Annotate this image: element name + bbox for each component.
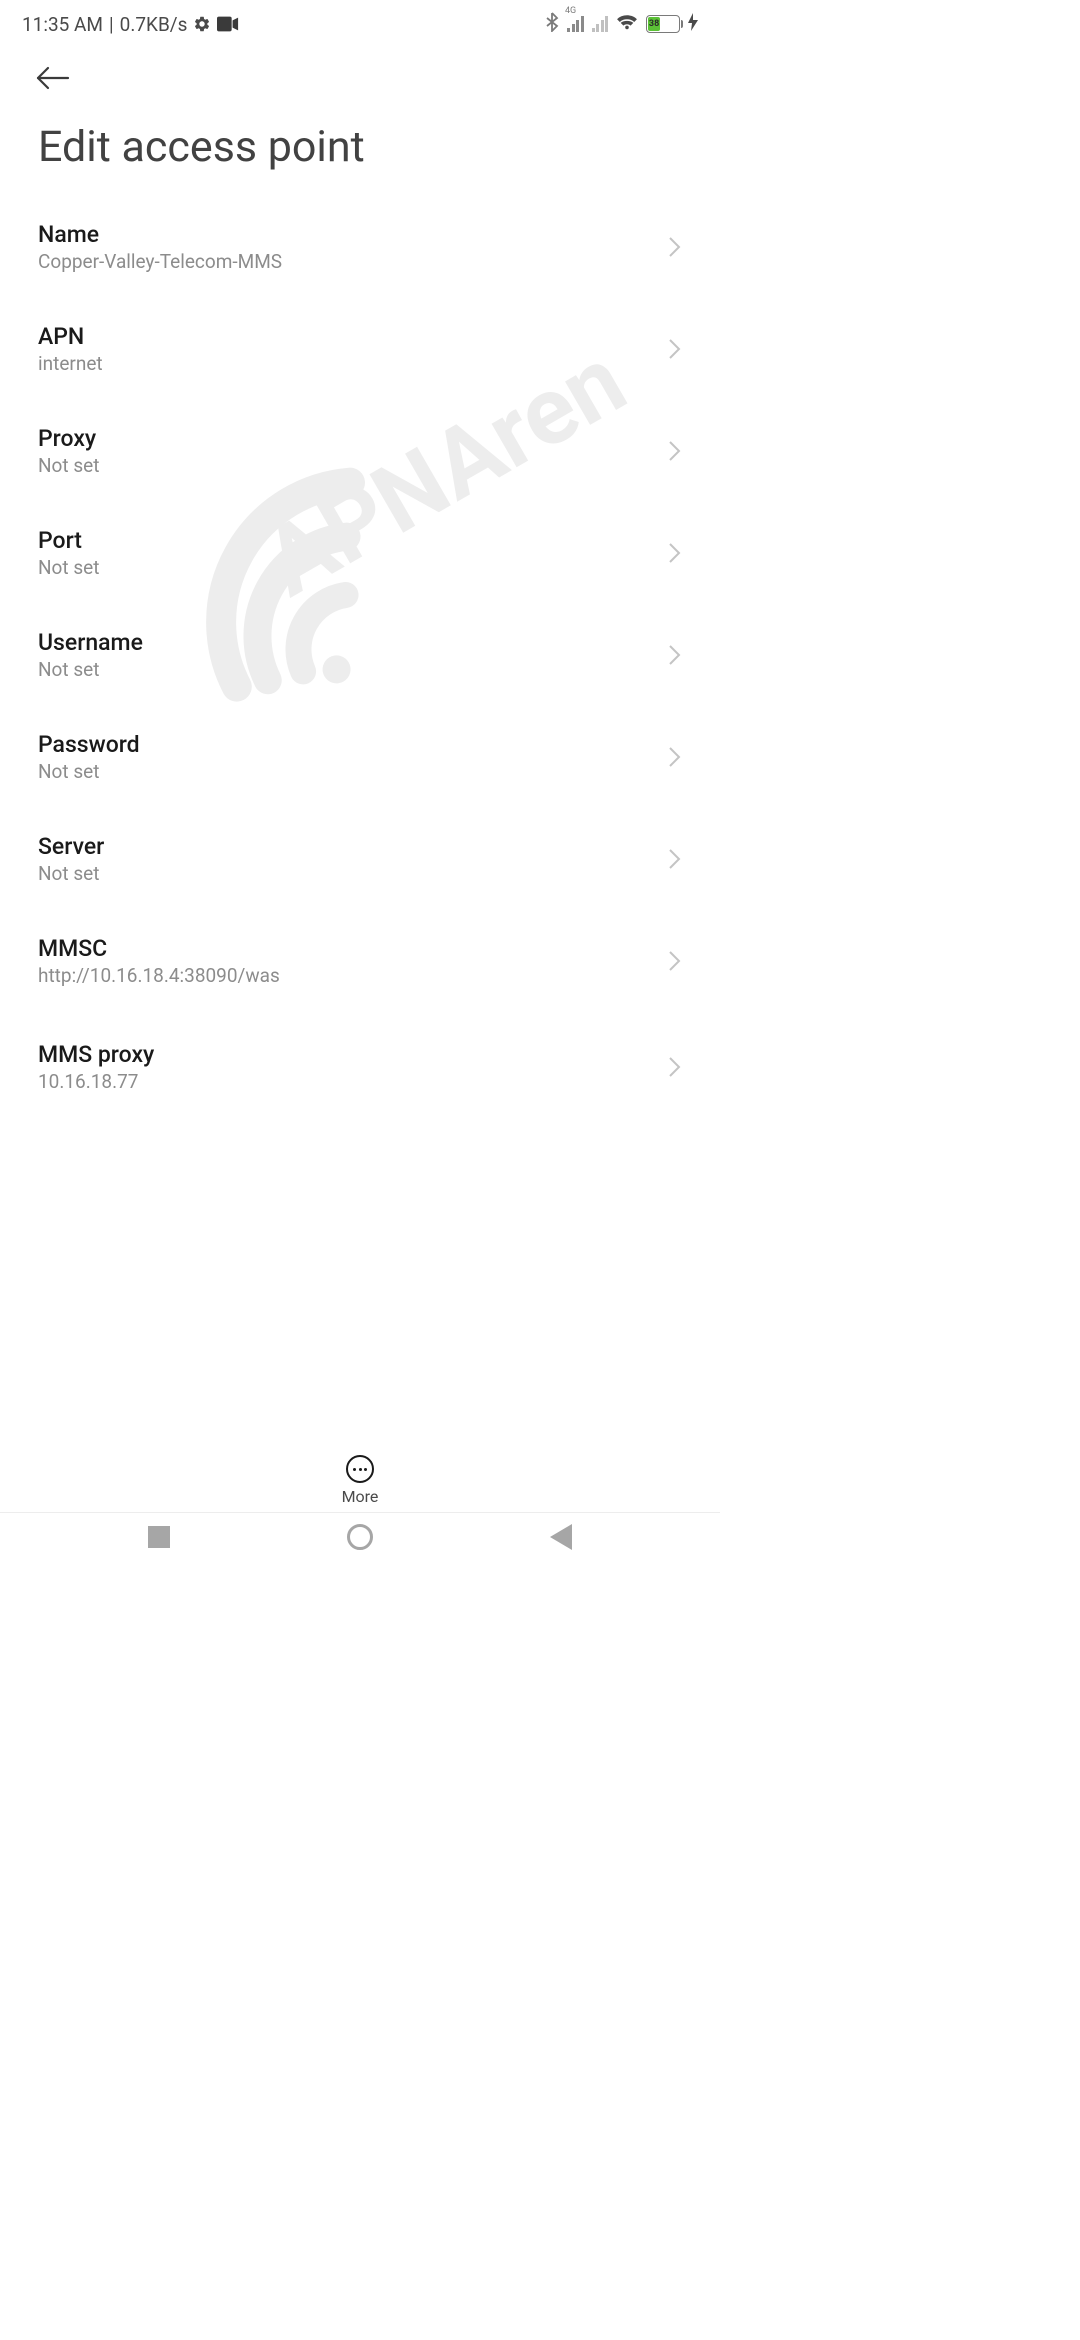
setting-label: MMSC (38, 935, 280, 962)
more-label: More (342, 1487, 379, 1506)
setting-label: MMS proxy (38, 1041, 154, 1068)
setting-name[interactable]: Name Copper-Valley-Telecom-MMS (38, 196, 682, 298)
bluetooth-icon (545, 12, 559, 36)
page-title: Edit access point (0, 104, 720, 196)
setting-label: Proxy (38, 425, 99, 452)
status-data-rate: 0.7KB/s (120, 13, 188, 36)
signal-no-sim-icon (592, 16, 609, 32)
charging-icon (688, 13, 698, 35)
setting-value: Copper-Valley-Telecom-MMS (38, 250, 282, 273)
setting-value: Not set (38, 760, 140, 783)
setting-proxy[interactable]: Proxy Not set (38, 400, 682, 502)
chevron-right-icon (668, 746, 682, 768)
setting-mms-proxy[interactable]: MMS proxy 10.16.18.77 (38, 1012, 682, 1096)
chevron-right-icon (668, 950, 682, 972)
status-left: 11:35 AM | 0.7KB/s (22, 13, 239, 36)
chevron-right-icon (668, 236, 682, 258)
setting-value: http://10.16.18.4:38090/was (38, 964, 280, 987)
status-separator: | (109, 13, 114, 36)
chevron-right-icon (668, 644, 682, 666)
chevron-right-icon (668, 1056, 682, 1078)
nav-home-button[interactable] (347, 1524, 373, 1550)
setting-label: Password (38, 731, 140, 758)
setting-label: Server (38, 833, 104, 860)
setting-value: internet (38, 352, 103, 375)
setting-port[interactable]: Port Not set (38, 502, 682, 604)
status-time: 11:35 AM (22, 13, 103, 36)
gear-icon (193, 15, 211, 33)
setting-mmsc[interactable]: MMSC http://10.16.18.4:38090/was (38, 910, 682, 1012)
setting-label: Name (38, 221, 282, 248)
more-icon (346, 1455, 374, 1483)
setting-username[interactable]: Username Not set (38, 604, 682, 706)
nav-recents-button[interactable] (148, 1526, 170, 1548)
setting-label: Port (38, 527, 99, 554)
nav-back-button[interactable] (550, 1524, 572, 1550)
battery-level: 38 (648, 17, 660, 31)
setting-password[interactable]: Password Not set (38, 706, 682, 808)
setting-value: Not set (38, 556, 99, 579)
settings-list: Name Copper-Valley-Telecom-MMS APN inter… (0, 196, 720, 1096)
chevron-right-icon (668, 848, 682, 870)
chevron-right-icon (668, 338, 682, 360)
signal-4g-icon: 4G (567, 16, 584, 32)
chevron-right-icon (668, 542, 682, 564)
setting-value: Not set (38, 862, 104, 885)
setting-label: APN (38, 323, 103, 350)
wifi-icon (616, 13, 638, 35)
status-bar: 11:35 AM | 0.7KB/s 4G 38 (0, 0, 720, 48)
back-button[interactable] (0, 48, 720, 104)
setting-label: Username (38, 629, 143, 656)
battery-icon: 38 (646, 15, 680, 33)
setting-server[interactable]: Server Not set (38, 808, 682, 910)
navigation-bar (0, 1512, 720, 1560)
setting-value: Not set (38, 658, 143, 681)
setting-value: 10.16.18.77 (38, 1070, 154, 1093)
camera-icon (217, 16, 239, 32)
setting-value: Not set (38, 454, 99, 477)
more-button[interactable]: More (0, 1455, 720, 1512)
setting-apn[interactable]: APN internet (38, 298, 682, 400)
status-right: 4G 38 (545, 12, 698, 36)
chevron-right-icon (668, 440, 682, 462)
